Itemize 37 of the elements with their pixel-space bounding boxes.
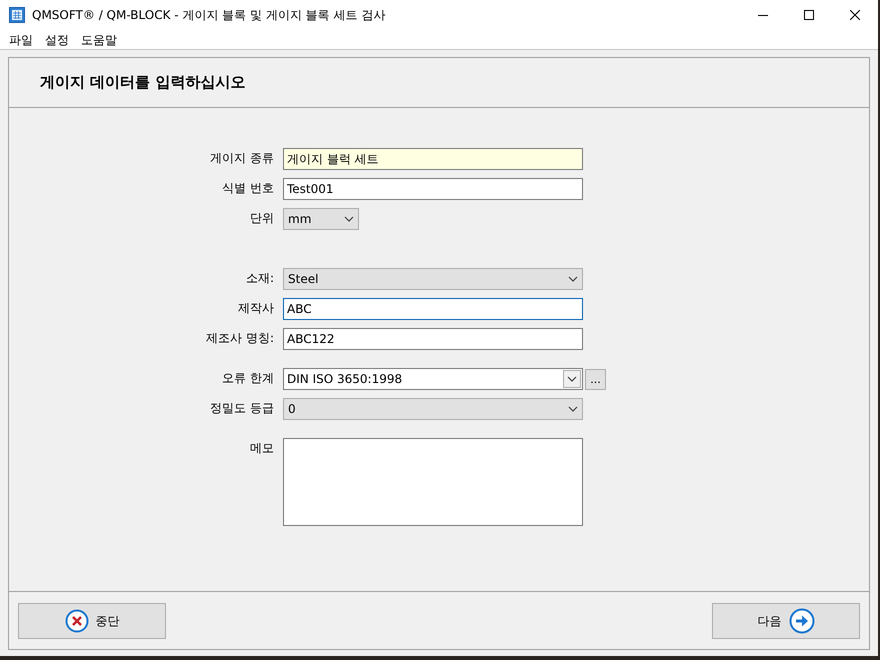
field-label: 메모 (249, 440, 275, 457)
field-label: 단위 (249, 210, 275, 227)
text-field[interactable]: ABC122 (283, 328, 583, 350)
window-title: QMSOFT® / QM-BLOCK - 게이지 블록 및 게이지 블록 세트 검사 (32, 7, 386, 24)
field-label: 정밀도 등급 (209, 400, 275, 417)
memo-field[interactable] (283, 438, 583, 526)
dropdown[interactable]: mm (283, 208, 359, 230)
field-label: 게이지 종류 (209, 150, 275, 167)
caret-icon (568, 276, 578, 282)
caret-icon (568, 406, 578, 412)
menu-item[interactable]: 파일 (0, 30, 38, 48)
combo-box[interactable]: DIN ISO 3650:1998 (283, 368, 583, 390)
dropdown[interactable]: Steel (283, 268, 583, 290)
field-label: 오류 한계 (221, 370, 275, 387)
field-label: 제작사 (237, 300, 275, 317)
caret-icon (567, 376, 577, 382)
maximize-icon (804, 10, 814, 20)
page-heading: 게이지 데이터를 입력하십시오 (40, 72, 246, 94)
text-field[interactable]: 게이지 블럭 세트 (283, 148, 583, 170)
text-field[interactable]: Test001 (283, 178, 583, 200)
cancel-button[interactable]: 중단 (18, 602, 166, 638)
caret-icon (344, 216, 354, 222)
menu-item[interactable]: 설정 (40, 30, 74, 48)
next-button[interactable]: 다음 (712, 602, 860, 638)
menu-item[interactable]: 도움말 (76, 30, 122, 48)
close-icon (850, 10, 860, 20)
dropdown[interactable]: 0 (283, 398, 583, 420)
arrow-right-icon (788, 608, 814, 634)
browse-button[interactable]: ... (585, 368, 606, 390)
app-icon (9, 7, 25, 23)
minimize-icon (758, 14, 768, 16)
field-label: 소재: (244, 270, 275, 287)
field-label: 제조사 명칭: (205, 330, 275, 347)
field-label: 식별 번호 (221, 180, 275, 197)
dropdown-button[interactable] (563, 370, 581, 388)
text-field[interactable]: ABC (283, 298, 583, 320)
cancel-icon (64, 608, 88, 632)
